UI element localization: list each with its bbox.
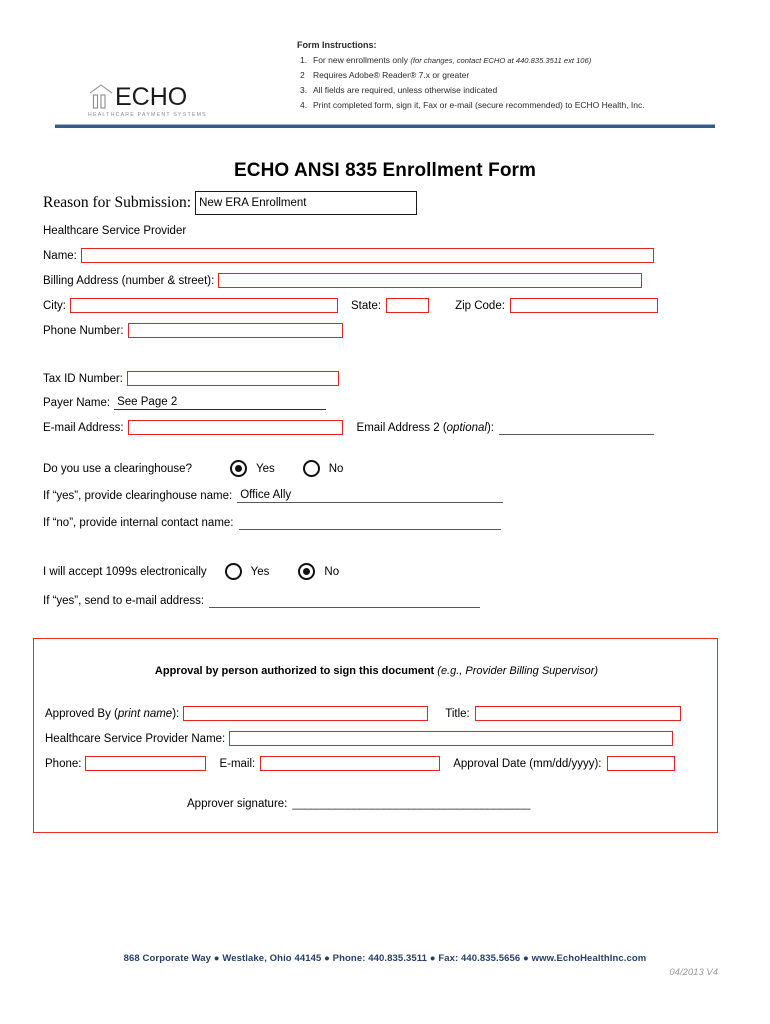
form-page: ECHO HEALTHCARE PAYMENT SYSTEMS Form Ins… [0, 0, 770, 1024]
1099-question-row: I will accept 1099s electronically Yes N… [43, 563, 339, 580]
clearinghouse-no-label: No [328, 462, 344, 475]
provider-section-heading: Healthcare Service Provider [43, 224, 186, 238]
1099-email-input[interactable] [209, 593, 481, 608]
footer-address: 868 Corporate Way ● Westlake, Ohio 44145… [123, 953, 647, 964]
approval-provider-name-label: Healthcare Service Provider Name: [45, 732, 226, 745]
approval-date-input[interactable] [606, 756, 675, 771]
payer-name-input[interactable]: See Page 2 [114, 395, 327, 410]
email2-label-pre: Email Address 2 ( [356, 421, 447, 434]
email-label: E-mail Address: [43, 421, 124, 434]
tax-id-row: Tax ID Number: [43, 371, 339, 386]
reason-label: Reason for Submission: [43, 194, 192, 211]
1099-email-prompt: If “yes”, send to e-mail address: [43, 594, 205, 607]
approved-by-row: Approved By (print name): Title: [45, 706, 681, 721]
clearinghouse-yes-row: If “yes”, provide clearinghouse name: Of… [43, 488, 504, 503]
approval-title: Approval by person authorized to sign th… [34, 665, 719, 677]
email2-label-post: ): [486, 421, 494, 434]
email-input[interactable] [127, 420, 343, 435]
approval-contact-row: Phone: E-mail: Approval Date (mm/dd/yyyy… [45, 756, 675, 771]
state-input[interactable] [386, 298, 430, 313]
approval-title-italic: (e.g., Provider Billing Supervisor) [437, 665, 599, 677]
clearinghouse-question-label: Do you use a clearinghouse? [43, 462, 192, 475]
provider-phone-label: Phone Number: [43, 324, 124, 337]
approval-email-input[interactable] [260, 756, 441, 771]
clearinghouse-no-radio[interactable] [302, 460, 320, 477]
provider-phone-row: Phone Number: [43, 323, 343, 338]
email2-input[interactable] [498, 420, 654, 435]
clearinghouse-yes-prompt: If “yes”, provide clearinghouse name: [43, 489, 233, 502]
clearinghouse-yes-label: Yes [255, 462, 275, 475]
email-row: E-mail Address: Email Address 2 (optiona… [43, 420, 654, 435]
approved-by-label-post: ): [172, 707, 180, 720]
1099-no-label: No [324, 565, 340, 578]
email2-label: Email Address 2 (optional): [357, 421, 494, 435]
email2-label-optional: optional [446, 421, 487, 434]
billing-address-row: Billing Address (number & street): [43, 273, 643, 288]
approval-phone-input[interactable] [85, 756, 207, 771]
tax-id-label: Tax ID Number: [43, 372, 123, 385]
provider-name-input[interactable] [80, 248, 654, 263]
internal-contact-input[interactable] [238, 515, 501, 530]
provider-name-row: Name: [43, 248, 654, 263]
reason-input[interactable]: New ERA Enrollment [195, 191, 418, 215]
approved-by-input[interactable] [183, 706, 429, 721]
billing-address-input[interactable] [218, 273, 643, 288]
city-state-zip-row: City: State: Zip Code: [43, 298, 658, 313]
approval-provider-name-input[interactable] [229, 731, 674, 746]
approval-provider-name-row: Healthcare Service Provider Name: [45, 731, 674, 746]
1099-question-label: I will accept 1099s electronically [43, 565, 207, 578]
1099-yes-radio[interactable] [224, 563, 242, 580]
reason-row: Reason for Submission: New ERA Enrollmen… [43, 191, 418, 215]
clearinghouse-yes-radio[interactable] [229, 460, 247, 477]
approval-section: Approval by person authorized to sign th… [33, 638, 718, 833]
zip-label: Zip Code: [455, 299, 505, 312]
tax-id-input[interactable] [126, 371, 339, 386]
clearinghouse-no-row: If “no”, provide internal contact name: [43, 515, 501, 530]
1099-email-row: If “yes”, send to e-mail address: [43, 593, 481, 608]
clearinghouse-name-input[interactable]: Office Ally [237, 488, 504, 503]
1099-yes-label: Yes [250, 565, 270, 578]
approver-title-label: Title: [445, 707, 470, 720]
city-input[interactable] [70, 298, 338, 313]
footer-version: 04/2013 V4 [669, 967, 718, 978]
billing-address-label: Billing Address (number & street): [43, 274, 215, 287]
payer-name-row: Payer Name: See Page 2 [43, 395, 327, 410]
approver-title-input[interactable] [474, 706, 681, 721]
state-label: State: [351, 299, 382, 312]
form-body: Reason for Submission: New ERA Enrollmen… [0, 0, 770, 1024]
clearinghouse-question-row: Do you use a clearinghouse? Yes No [43, 460, 343, 477]
city-label: City: [43, 299, 66, 312]
approval-date-label: Approval Date (mm/dd/yyyy): [453, 757, 602, 770]
provider-phone-input[interactable] [127, 323, 343, 338]
approval-email-label: E-mail: [219, 757, 256, 770]
1099-no-radio[interactable] [298, 563, 316, 580]
provider-name-label: Name: [43, 249, 77, 262]
approved-by-label-ital: print name [117, 707, 173, 720]
approver-signature-line[interactable]: _______________________________________ [292, 798, 530, 810]
approval-title-bold: Approval by person authorized to sign th… [154, 665, 438, 677]
payer-name-label: Payer Name: [43, 396, 111, 409]
approver-signature-label: Approver signature: [187, 798, 288, 810]
approved-by-label-pre: Approved By ( [45, 707, 118, 720]
approval-phone-label: Phone: [45, 757, 82, 770]
approver-signature-row: Approver signature: ____________________… [187, 797, 530, 811]
zip-input[interactable] [509, 298, 658, 313]
provider-heading-label: Healthcare Service Provider [43, 225, 187, 237]
clearinghouse-no-prompt: If “no”, provide internal contact name: [43, 516, 234, 529]
approved-by-label: Approved By (print name): [45, 707, 179, 721]
